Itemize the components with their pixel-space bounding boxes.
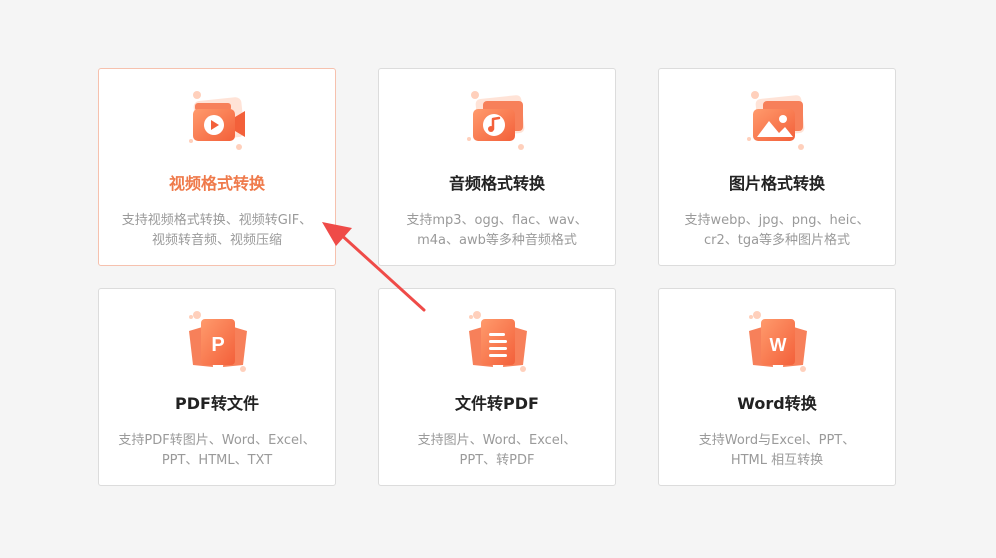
card-title: PDF转文件 — [175, 394, 259, 413]
card-description: 支持图片、Word、Excel、 PPT、转PDF — [387, 431, 607, 471]
card-title: Word转换 — [737, 394, 817, 413]
card-description: 支持Word与Excel、PPT、 HTML 相互转换 — [667, 431, 887, 471]
card-title: 音频格式转换 — [448, 174, 545, 193]
music-note-icon — [467, 91, 525, 150]
card-image-convert[interactable]: 图片格式转换 支持webp、jpg、png、heic、 cr2、tga等多种图片… — [658, 68, 896, 266]
card-word-convert[interactable]: W Word转换 支持Word与Excel、PPT、 HTML 相互转换 — [658, 288, 896, 486]
card-title: 视频格式转换 — [168, 174, 265, 193]
card-desc-line: PPT、HTML、TXT — [161, 453, 273, 468]
card-desc-line: HTML 相互转换 — [730, 453, 824, 468]
card-video-convert[interactable]: 视频格式转换 支持视频格式转换、视频转GIF、 视频转音频、视频压缩 — [98, 68, 336, 266]
pdf-p-icon: P — [189, 311, 247, 372]
card-description: 支持PDF转图片、Word、Excel、 PPT、HTML、TXT — [107, 431, 327, 471]
card-description: 支持webp、jpg、png、heic、 cr2、tga等多种图片格式 — [667, 211, 887, 251]
card-desc-line: 支持webp、jpg、png、heic、 — [684, 213, 870, 228]
image-icon — [747, 91, 805, 150]
word-w-icon: W — [749, 311, 807, 372]
card-desc-line: PPT、转PDF — [459, 453, 535, 468]
card-title: 图片格式转换 — [728, 174, 825, 193]
card-desc-line: 支持PDF转图片、Word、Excel、 — [118, 433, 316, 448]
card-desc-line: 支持视频格式转换、视频转GIF、 — [121, 213, 313, 228]
card-pdf-to-file[interactable]: P PDF转文件 支持PDF转图片、Word、Excel、 PPT、HTML、T… — [98, 288, 336, 486]
card-desc-line: 支持Word与Excel、PPT、 — [698, 433, 856, 448]
video-camera-icon — [189, 91, 245, 150]
icon-letter: P — [211, 334, 224, 356]
converter-grid: 视频格式转换 支持视频格式转换、视频转GIF、 视频转音频、视频压缩 音频格式转… — [98, 68, 898, 488]
card-title: 文件转PDF — [455, 394, 539, 413]
card-desc-line: 支持mp3、ogg、flac、wav、 — [406, 213, 588, 228]
card-description: 支持视频格式转换、视频转GIF、 视频转音频、视频压缩 — [107, 211, 327, 251]
card-audio-convert[interactable]: 音频格式转换 支持mp3、ogg、flac、wav、 m4a、awb等多种音频格… — [378, 68, 616, 266]
document-lines-icon — [469, 311, 527, 372]
card-desc-line: cr2、tga等多种图片格式 — [703, 233, 851, 248]
card-file-to-pdf[interactable]: 文件转PDF 支持图片、Word、Excel、 PPT、转PDF — [378, 288, 616, 486]
card-description: 支持mp3、ogg、flac、wav、 m4a、awb等多种音频格式 — [387, 211, 607, 251]
card-desc-line: 支持图片、Word、Excel、 — [417, 433, 577, 448]
card-desc-line: m4a、awb等多种音频格式 — [417, 233, 577, 248]
card-desc-line: 视频转音频、视频压缩 — [151, 233, 282, 248]
icon-letter: W — [770, 335, 787, 355]
